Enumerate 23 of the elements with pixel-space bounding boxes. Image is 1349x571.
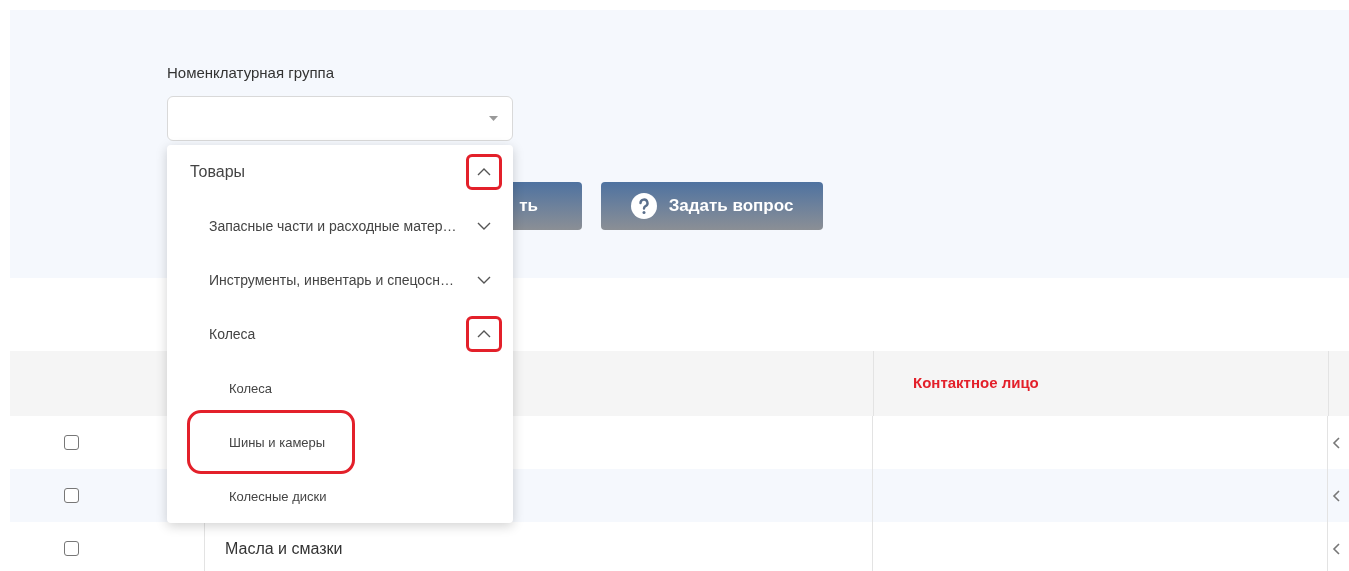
chevron-left-icon[interactable] (1332, 542, 1340, 555)
tree-item[interactable]: Товары (190, 163, 246, 180)
chevron-up-icon[interactable] (477, 168, 491, 176)
tree-item[interactable]: Запасные части и расходные матер… (209, 218, 457, 234)
tree-item[interactable]: Колесные диски (229, 489, 327, 504)
tree-item[interactable]: Колеса (209, 326, 256, 342)
field-label: Номенклатурная группа (167, 63, 335, 83)
ask-question-button[interactable]: Задать вопрос (601, 181, 823, 230)
chevron-down-icon[interactable] (477, 222, 491, 230)
dropdown-caret-icon (489, 115, 498, 121)
help-icon (630, 192, 657, 219)
table-cell-text: Масла и смазки (225, 538, 343, 559)
row-checkbox[interactable] (64, 541, 79, 556)
chevron-left-icon[interactable] (1332, 436, 1340, 449)
chevron-down-icon[interactable] (477, 276, 491, 284)
tree-item[interactable]: Инструменты, инвентарь и спецосн… (209, 272, 454, 288)
chevron-left-icon[interactable] (1332, 489, 1340, 502)
tree-item[interactable]: Колеса (229, 381, 273, 396)
row-checkbox[interactable] (64, 435, 79, 450)
column-header[interactable]: Контактное лицо (913, 372, 1039, 395)
chevron-up-icon[interactable] (477, 330, 491, 338)
tree-item[interactable]: Шины и камеры (229, 435, 326, 450)
row-checkbox[interactable] (64, 488, 79, 503)
